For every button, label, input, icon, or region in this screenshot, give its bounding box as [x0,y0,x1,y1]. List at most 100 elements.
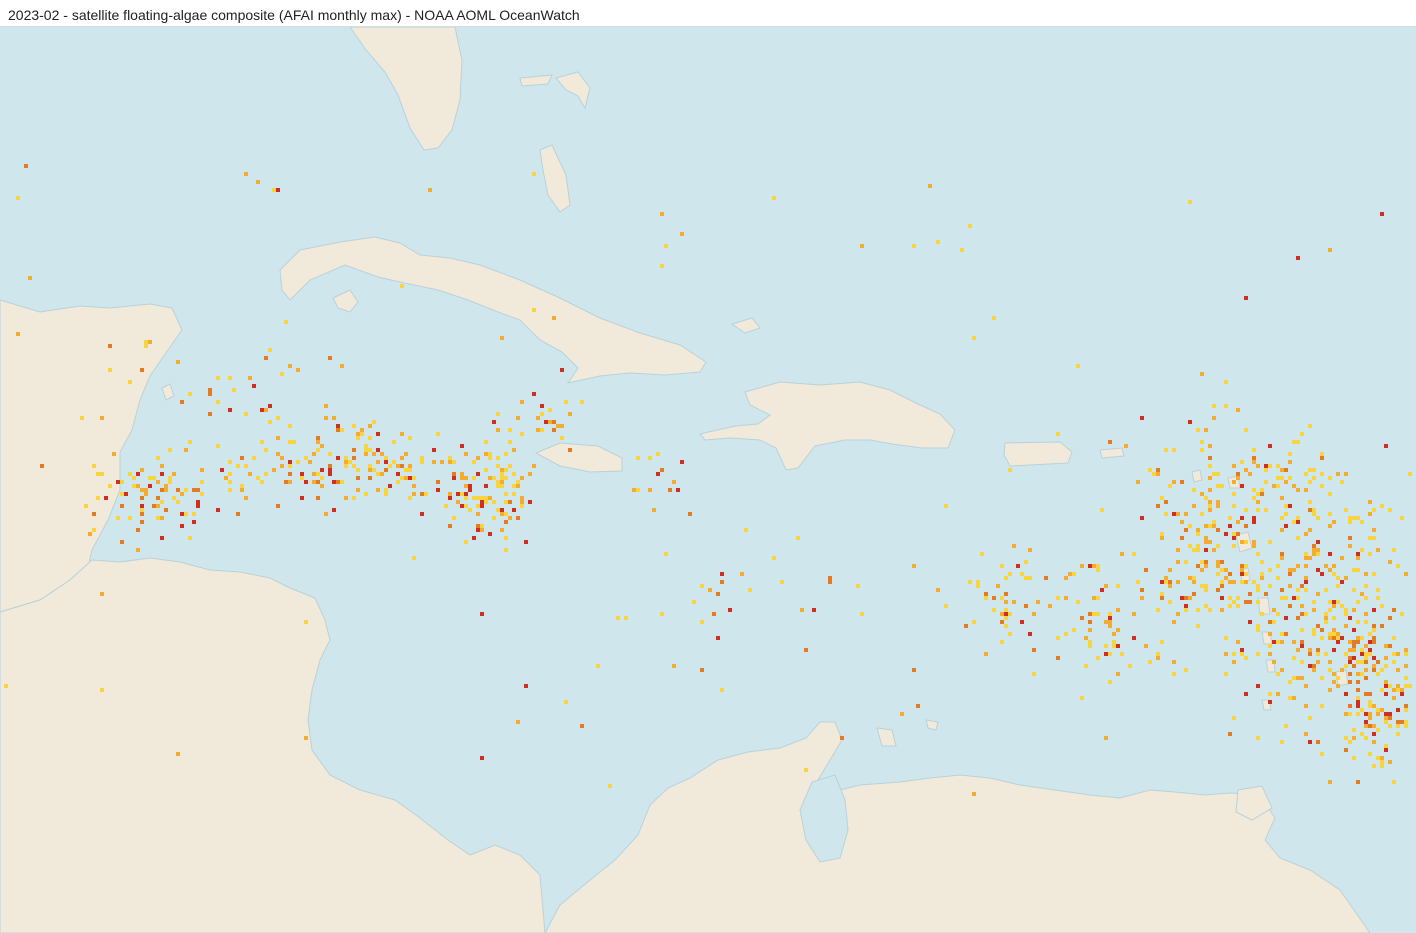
algae-pixel [1364,612,1368,616]
algae-pixel [1140,416,1144,420]
algae-pixel [744,528,748,532]
algae-pixel [1232,580,1236,584]
algae-pixel [472,460,476,464]
algae-pixel [484,452,488,456]
algae-pixel [1204,560,1208,564]
algae-pixel [1168,484,1172,488]
algae-pixel [504,548,508,552]
algae-pixel [1324,564,1328,568]
algae-pixel [1092,612,1096,616]
algae-pixel [1312,548,1316,552]
algae-pixel [392,460,396,464]
algae-pixel [1252,456,1256,460]
algae-pixel [1108,652,1112,656]
algae-pixel [1172,672,1176,676]
algae-pixel [1308,652,1312,656]
algae-pixel [504,468,508,472]
algae-pixel [244,464,248,468]
algae-pixel [1348,648,1352,652]
algae-pixel [1360,648,1364,652]
algae-pixel [1404,648,1408,652]
algae-pixel [324,404,328,408]
algae-pixel [1372,668,1376,672]
algae-pixel [1392,688,1396,692]
algae-pixel [1076,364,1080,368]
algae-pixel [516,484,520,488]
algae-pixel [316,448,320,452]
algae-pixel [1272,640,1276,644]
algae-pixel [208,388,212,392]
algae-pixel [1100,588,1104,592]
algae-pixel [1224,636,1228,640]
algae-pixel [1232,532,1236,536]
algae-pixel [1012,544,1016,548]
algae-pixel [1172,448,1176,452]
algae-pixel [244,496,248,500]
algae-pixel [1328,524,1332,528]
algae-pixel [1304,704,1308,708]
algae-pixel [1132,552,1136,556]
algae-pixel [1344,576,1348,580]
algae-pixel [1300,644,1304,648]
algae-pixel [164,484,168,488]
algae-pixel [1108,440,1112,444]
algae-pixel [936,240,940,244]
algae-pixel [496,456,500,460]
algae-pixel [1196,532,1200,536]
algae-pixel [516,720,520,724]
algae-pixel [1304,580,1308,584]
algae-pixel [316,496,320,500]
algae-pixel [384,488,388,492]
algae-pixel [1280,588,1284,592]
algae-pixel [1348,616,1352,620]
algae-pixel [140,468,144,472]
algae-pixel [308,460,312,464]
algae-pixel [1236,604,1240,608]
algae-pixel [140,512,144,516]
map-panel[interactable] [0,27,1416,933]
algae-pixel [1168,600,1172,604]
map-canvas[interactable] [0,27,1416,933]
algae-pixel [1356,660,1360,664]
algae-pixel [1256,628,1260,632]
algae-pixel [1396,564,1400,568]
algae-pixel [1144,644,1148,648]
algae-pixel [452,476,456,480]
algae-pixel [1184,668,1188,672]
algae-pixel [1316,548,1320,552]
algae-pixel [1184,596,1188,600]
algae-pixel [1104,620,1108,624]
algae-pixel [1388,716,1392,720]
algae-pixel [1188,200,1192,204]
algae-pixel [912,564,916,568]
algae-pixel [1172,512,1176,516]
algae-pixel [160,464,164,468]
algae-pixel [1280,668,1284,672]
algae-pixel [368,476,372,480]
algae-pixel [464,452,468,456]
algae-pixel [1200,512,1204,516]
algae-pixel [176,360,180,364]
algae-pixel [1240,652,1244,656]
algae-pixel [300,476,304,480]
algae-pixel [1308,480,1312,484]
algae-pixel [80,416,84,420]
algae-pixel [1352,608,1356,612]
algae-pixel [388,484,392,488]
algae-pixel [1252,520,1256,524]
algae-pixel [168,448,172,452]
algae-pixel [1208,540,1212,544]
algae-pixel [196,504,200,508]
algae-pixel [508,464,512,468]
algae-pixel [1088,620,1092,624]
algae-pixel [520,476,524,480]
algae-pixel [1356,700,1360,704]
algae-pixel [356,432,360,436]
algae-pixel [912,668,916,672]
algae-pixel [492,476,496,480]
algae-pixel [1244,656,1248,660]
algae-pixel [1200,448,1204,452]
algae-pixel [1088,612,1092,616]
algae-pixel [1256,588,1260,592]
algae-pixel [364,492,368,496]
